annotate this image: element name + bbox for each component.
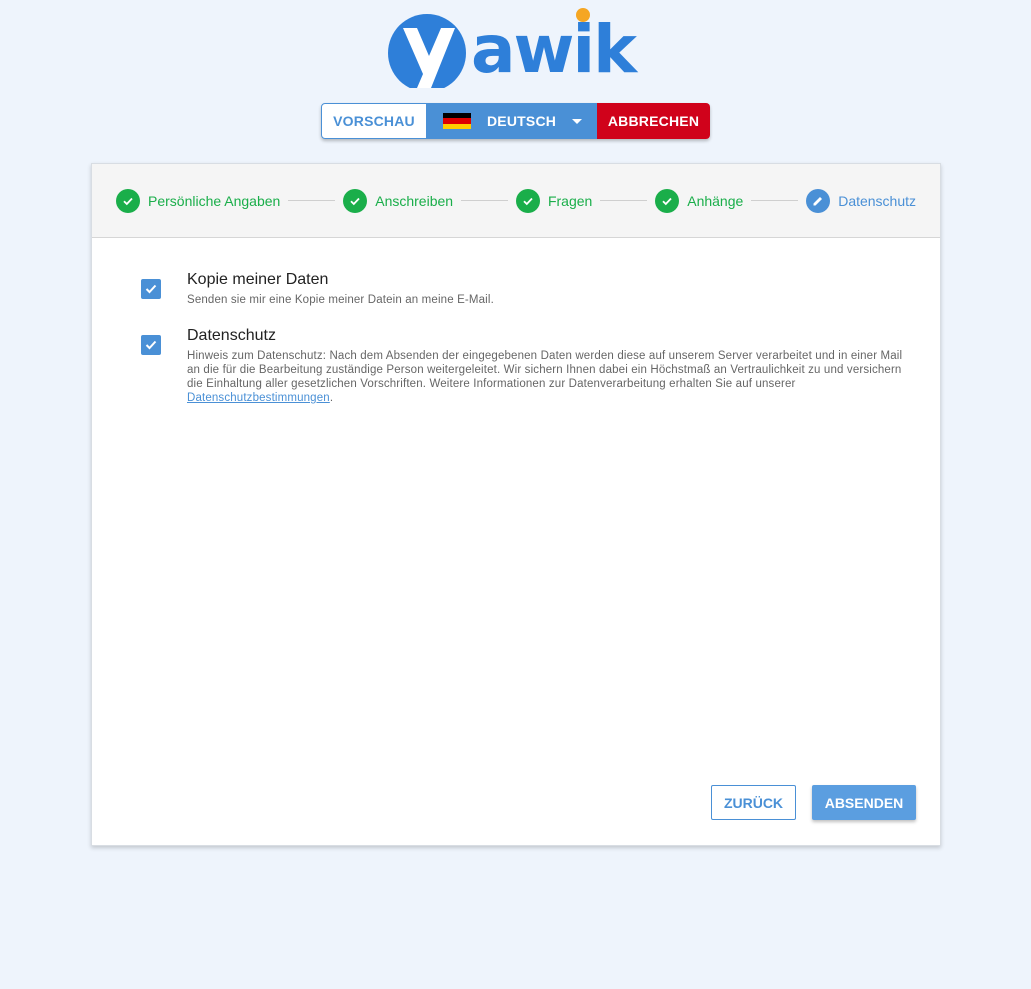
checkbox-checked-icon <box>145 284 157 294</box>
checkbox-checked-icon <box>145 340 157 350</box>
preview-button[interactable]: VORSCHAU <box>321 103 427 139</box>
submit-label: ABSENDEN <box>824 794 904 811</box>
consent-title: Datenschutz <box>187 327 276 344</box>
checkbox-data-copy[interactable] <box>141 279 161 299</box>
cancel-label: ABBRECHEN <box>607 113 700 129</box>
step-connector <box>600 200 648 201</box>
step-privacy[interactable]: Datenschutz <box>806 188 917 213</box>
step-label: Persönliche Angaben <box>148 192 281 209</box>
step-label: Fragen <box>547 192 593 209</box>
privacy-notice-suffix: . <box>329 392 334 404</box>
check-icon <box>655 188 680 213</box>
application-card: Persönliche Angaben Anschreiben Fragen A… <box>91 163 941 846</box>
check-icon <box>515 188 540 213</box>
consent-description: Hinweis zum Datenschutz: Nach dem Absend… <box>187 349 905 405</box>
svg-text:awik: awik <box>471 11 639 88</box>
step-attachments[interactable]: Anhänge <box>655 188 744 213</box>
step-label: Anhänge <box>687 192 744 209</box>
consent-data-copy: Kopie meiner Daten Senden sie mir eine K… <box>141 271 901 307</box>
check-icon <box>116 188 140 213</box>
step-cover-letter[interactable]: Anschreiben <box>343 188 454 213</box>
step-connector <box>461 200 508 201</box>
preview-label: VORSCHAU <box>333 113 415 129</box>
step-connector <box>288 200 336 201</box>
language-label: DEUTSCH <box>487 113 557 129</box>
back-button[interactable]: ZURÜCK <box>711 785 796 820</box>
logo-graphic: awik <box>388 8 641 88</box>
language-selector[interactable]: DEUTSCH <box>427 103 597 139</box>
german-flag-icon <box>443 113 471 129</box>
step-label: Datenschutz <box>838 192 917 209</box>
submit-button[interactable]: ABSENDEN <box>812 785 916 820</box>
step-questions[interactable]: Fragen <box>515 188 593 213</box>
pencil-icon <box>806 188 831 213</box>
stepper: Persönliche Angaben Anschreiben Fragen A… <box>92 164 940 238</box>
logo-dot <box>576 8 590 22</box>
consent-title: Kopie meiner Daten <box>187 271 329 288</box>
check-icon <box>343 188 368 213</box>
yawik-logo: awik <box>387 8 645 88</box>
step-label: Anschreiben <box>375 192 454 209</box>
checkbox-privacy[interactable] <box>141 335 161 355</box>
consent-description: Senden sie mir eine Kopie meiner Datein … <box>187 294 494 306</box>
consent-privacy: Datenschutz Hinweis zum Datenschutz: Nac… <box>141 327 905 405</box>
privacy-policy-link[interactable]: Datenschutzbestimmungen <box>187 392 330 404</box>
privacy-notice-text: Hinweis zum Datenschutz: Nach dem Absend… <box>187 350 903 390</box>
top-toolbar: VORSCHAU DEUTSCH ABBRECHEN <box>321 103 710 139</box>
step-personal-data[interactable]: Persönliche Angaben <box>116 188 281 213</box>
step-connector <box>751 200 799 201</box>
cancel-button[interactable]: ABBRECHEN <box>597 103 710 139</box>
back-label: ZURÜCK <box>723 794 784 811</box>
caret-down-icon <box>572 118 583 124</box>
